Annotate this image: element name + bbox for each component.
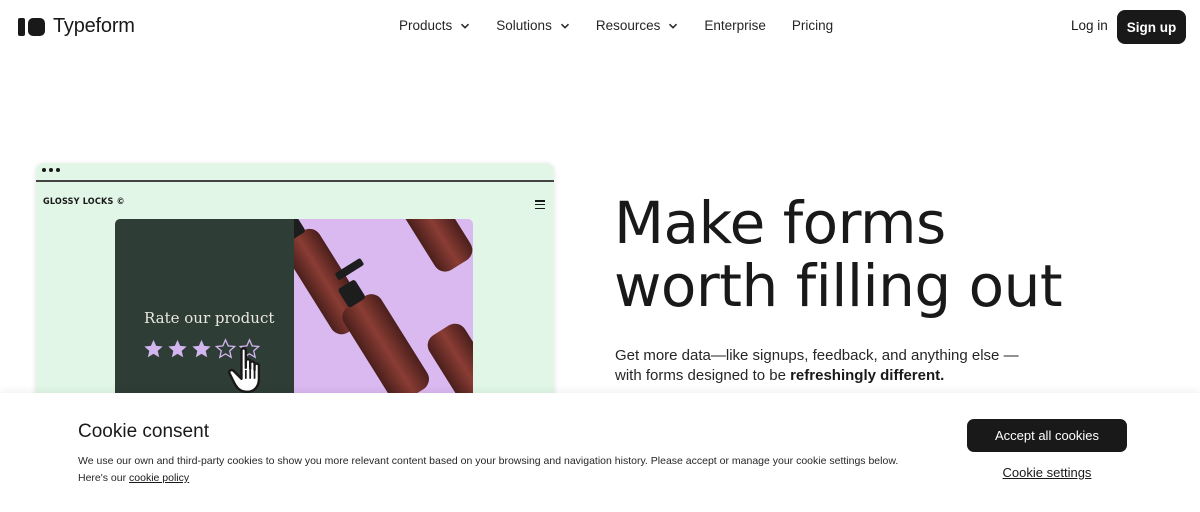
menu-item-label: Products [399, 18, 453, 33]
star-icon [144, 339, 163, 358]
preview-divider [36, 180, 554, 182]
cookie-settings-link[interactable]: Cookie settings [967, 465, 1127, 480]
cookie-description: We use our own and third-party cookies t… [78, 455, 899, 484]
star-icon [192, 339, 211, 358]
typeform-logo[interactable]: Typeform [18, 15, 135, 38]
menu-item-solutions[interactable]: Solutions [496, 18, 570, 33]
rating-form-panel: Rate our product [115, 219, 294, 403]
headline-line-2: worth filling out [614, 252, 1063, 320]
product-image [294, 219, 473, 403]
cookie-banner: Cookie consent We use our own and third-… [0, 393, 1200, 512]
chevron-down-icon [461, 23, 470, 29]
cookie-policy-link[interactable]: cookie policy [129, 472, 189, 484]
hand-cursor-icon [228, 347, 261, 394]
star-icon [168, 339, 187, 358]
shampoo-bottles-image [294, 219, 473, 403]
sub-bold-text: refreshingly different. [790, 366, 945, 384]
menu-item-label: Pricing [791, 18, 834, 33]
menu-item-enterprise[interactable]: Enterprise [704, 18, 766, 33]
top-nav: Typeform Products Solutions Resources En… [0, 0, 1200, 54]
headline-line-1: Make forms [614, 189, 946, 257]
main-menu: Products Solutions Resources Enterprise … [399, 18, 859, 33]
rating-question: Rate our product [144, 309, 275, 327]
window-dots-icon [42, 168, 60, 172]
chevron-down-icon [560, 23, 569, 29]
accept-all-cookies-button[interactable]: Accept all cookies [967, 419, 1127, 452]
typeform-logo-icon [18, 17, 45, 36]
login-link[interactable]: Log in [1071, 18, 1108, 33]
menu-item-label: Resources [595, 18, 661, 33]
menu-item-resources[interactable]: Resources [596, 18, 679, 33]
hamburger-menu-icon [535, 200, 545, 209]
menu-item-pricing[interactable]: Pricing [792, 18, 833, 33]
hero-subtext: Get more data—like signups, feedback, an… [615, 346, 1035, 385]
signup-button[interactable]: Sign up [1117, 10, 1186, 44]
cookie-text: We use our own and third-party cookies t… [78, 453, 918, 487]
preview-brand: GLOSSY LOCKS © [43, 197, 125, 207]
hero-headline: Make forms worth filling out [614, 189, 1063, 320]
chevron-down-icon [669, 23, 678, 29]
form-preview-card: GLOSSY LOCKS © Rate our product [36, 163, 554, 403]
logo-text: Typeform [53, 15, 135, 37]
cookie-title: Cookie consent [78, 421, 209, 442]
menu-item-label: Enterprise [704, 18, 766, 33]
menu-item-label: Solutions [496, 18, 552, 33]
menu-item-products[interactable]: Products [399, 18, 470, 33]
